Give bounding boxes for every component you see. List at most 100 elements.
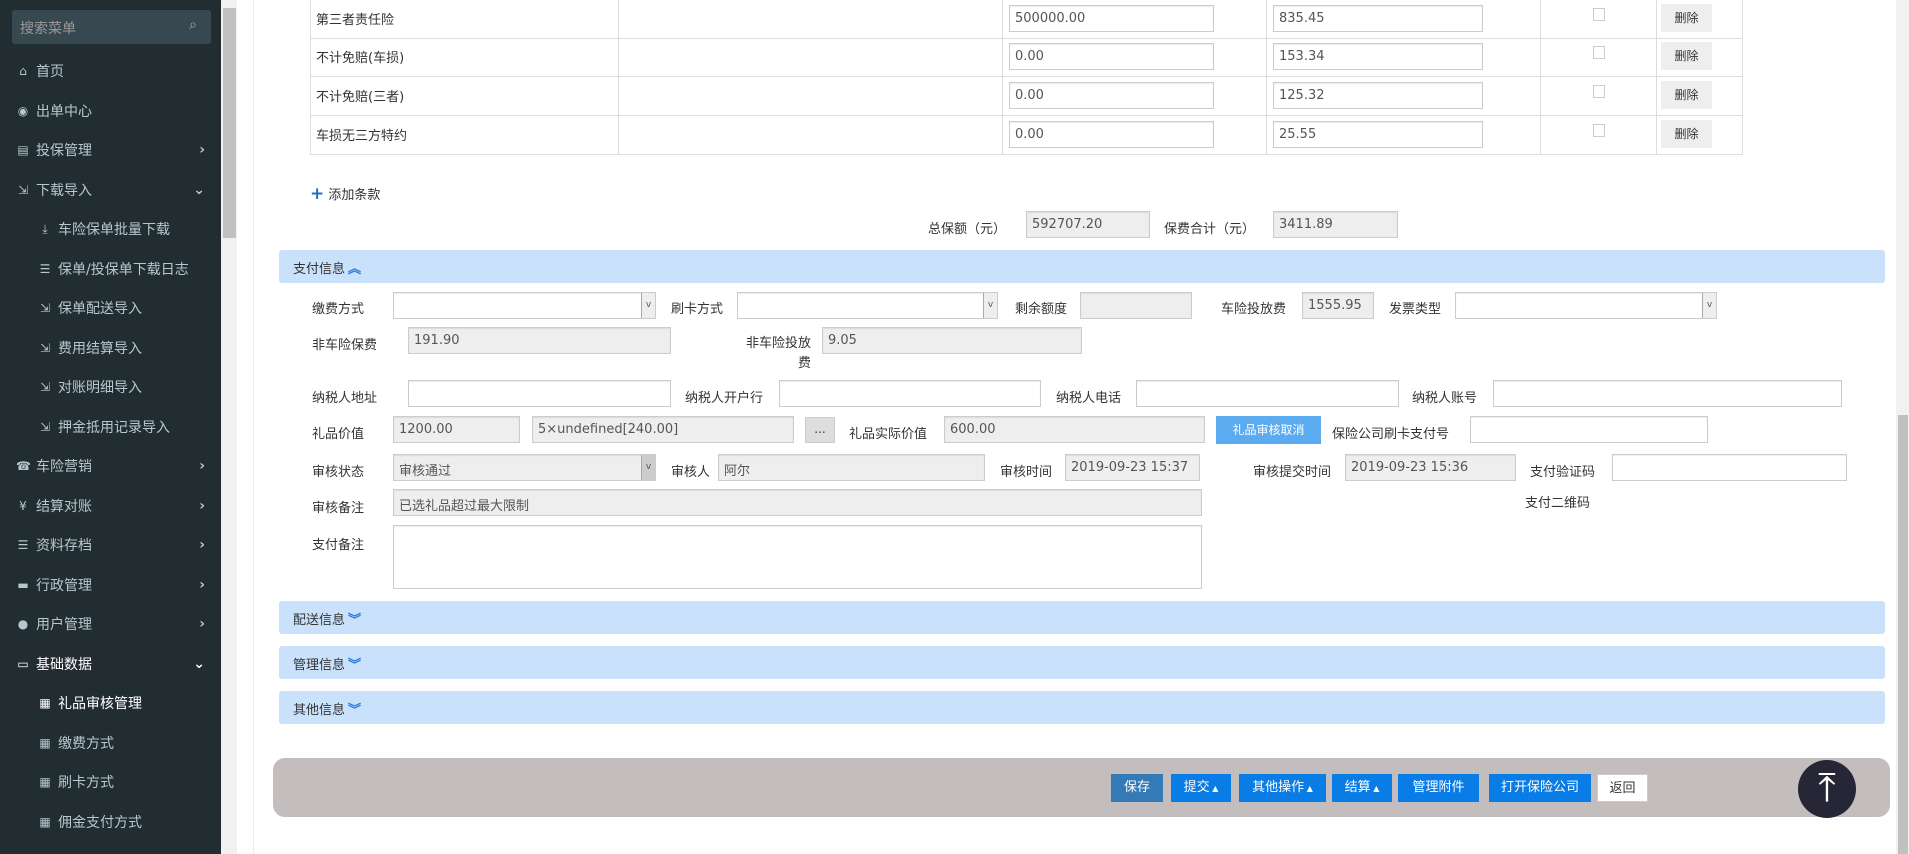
label: 纳税人账号 [1412, 391, 1478, 406]
row-checkbox[interactable] [1593, 124, 1605, 137]
sidebar-item[interactable]: ▭ 基础数据 ⌄ [0, 646, 221, 682]
sidebar-item-label: 资料存档 [36, 538, 92, 554]
delete-button[interactable]: 删除 [1661, 81, 1712, 109]
sidebar-scrollbar-thumb[interactable] [223, 8, 236, 238]
sidebar-item[interactable]: ⇲ 押金抵用记录导入 [0, 409, 221, 445]
sidebar-item-label: 刷卡方式 [58, 775, 114, 791]
row-checkbox[interactable] [1593, 85, 1605, 98]
sidebar-item[interactable]: ◉ 出单中心 [0, 93, 221, 129]
section-delivery[interactable]: 配送信息 ︾ [279, 601, 1885, 634]
sidebar-item-label: 保单/投保单下载日志 [58, 261, 189, 278]
sidebar-item[interactable]: ⇲ 下载导入 ⌄ [0, 172, 221, 208]
sidebar-item-label: 对账明细导入 [58, 380, 142, 396]
chevron-down-icon[interactable]: ︾ [348, 703, 361, 718]
amount-input[interactable]: 0.00 [1009, 82, 1214, 109]
label: 审核人 [671, 465, 711, 480]
sidebar-item[interactable]: ⌂ 首页 [0, 53, 221, 89]
chevron-down-icon: v [1702, 293, 1716, 318]
premium-input[interactable]: 25.55 [1273, 121, 1483, 148]
gift-select-button[interactable]: ... [805, 417, 835, 443]
sidebar: 搜索菜单 ⌕ ⌂ 首页 ◉ 出单中心 ▤ 投保管理 › ⇲ 下载导入 ⌄ ⤓ 车险保单批量下载 ☰ 保单/投… [0, 0, 221, 854]
label: 剩余额度 [1015, 302, 1068, 317]
chevron-down-icon: v [641, 293, 655, 318]
sidebar-item[interactable]: ☎ 车险营销 › [0, 448, 221, 484]
verify-code-input[interactable] [1612, 454, 1847, 481]
back-button[interactable]: 返回 [1597, 774, 1648, 802]
chevron-up-icon[interactable]: ︽ [348, 262, 361, 277]
search-input[interactable]: 搜索菜单 ⌕ [12, 10, 211, 44]
table-cell [618, 38, 1003, 77]
back-to-top-icon[interactable]: ⤒ [1798, 760, 1856, 818]
amount-input[interactable]: 0.00 [1009, 121, 1214, 148]
amount-input[interactable]: 500000.00 [1009, 5, 1214, 32]
sidebar-item[interactable]: ▦ 缴费方式 [0, 725, 221, 761]
pay-method-select[interactable]: v [393, 292, 656, 319]
gift-actual-field: 600.00 [944, 416, 1205, 443]
import-icon: ⇲ [39, 301, 51, 315]
add-clause-link[interactable]: + 添加条款 [310, 184, 380, 204]
sidebar-item[interactable]: ⇲ 费用结算导入 [0, 330, 221, 366]
sidebar-item[interactable]: ☰ 保单/投保单下载日志 [0, 251, 221, 287]
row-checkbox[interactable] [1593, 8, 1605, 21]
pay-note-textarea[interactable] [393, 525, 1202, 589]
section-manage[interactable]: 管理信息 ︾ [279, 646, 1885, 679]
sidebar-item-label: 基础数据 [36, 656, 92, 673]
delete-button[interactable]: 删除 [1661, 42, 1712, 70]
tax-account-input[interactable] [1493, 380, 1842, 407]
sidebar-item[interactable]: ⇲ 保单配送导入 [0, 290, 221, 326]
section-payment[interactable]: 支付信息 ︽ [279, 250, 1885, 283]
tax-address-input[interactable] [408, 380, 671, 407]
sidebar-item[interactable]: ⇲ 对账明细导入 [0, 369, 221, 405]
premium-input[interactable]: 125.32 [1273, 82, 1483, 109]
file-icon: ▤ [17, 143, 29, 157]
sidebar-item[interactable]: ☰ 资料存档 › [0, 527, 221, 563]
attachments-button[interactable]: 管理附件 [1398, 774, 1479, 802]
delete-button[interactable]: 删除 [1661, 120, 1712, 148]
tax-bank-input[interactable] [779, 380, 1041, 407]
sidebar-item[interactable]: ▬ 行政管理 › [0, 567, 221, 603]
page-scrollbar-thumb[interactable] [1898, 415, 1908, 854]
gift-audit-cancel-button[interactable]: 礼品审核取消 [1216, 416, 1321, 444]
clause-name: 车损无三方特约 [316, 129, 408, 144]
label: 缴费方式 [312, 302, 365, 317]
noncar-fee-field: 9.05 [822, 327, 1082, 354]
sidebar-item[interactable]: ● 用户管理 › [0, 606, 221, 642]
submit-button[interactable]: 提交 ▲ [1171, 774, 1231, 802]
chevron-down-icon: v [983, 293, 997, 318]
invoice-type-select[interactable]: v [1455, 292, 1717, 319]
import-icon: ⇲ [39, 419, 51, 434]
row-checkbox[interactable] [1593, 46, 1605, 59]
remaining-field [1080, 292, 1192, 319]
save-button[interactable]: 保存 [1111, 774, 1163, 802]
chevron-right-icon: › [199, 497, 205, 514]
download-icon: ⤓ [42, 221, 48, 236]
card-pay-number-input[interactable] [1470, 416, 1708, 443]
label: 非车险保费 [312, 338, 378, 353]
settle-button[interactable]: 结算 ▲ [1332, 774, 1392, 802]
sidebar-item[interactable]: ▦ 刷卡方式 [0, 764, 221, 800]
delete-button[interactable]: 删除 [1661, 4, 1712, 32]
chevron-down-icon[interactable]: ︾ [348, 613, 361, 628]
search-icon[interactable]: ⌕ [189, 17, 197, 33]
amount-input[interactable]: 0.00 [1009, 43, 1214, 70]
label: 纳税人电话 [1056, 391, 1122, 406]
sidebar-item[interactable]: ⤓ 车险保单批量下载 [0, 211, 221, 247]
open-company-button[interactable]: 打开保险公司 [1489, 774, 1591, 802]
sidebar-item[interactable]: ▦ 佣金支付方式 [0, 804, 221, 840]
sidebar-item[interactable]: ▤ 投保管理 › [0, 132, 221, 168]
total-fee-field: 3411.89 [1273, 211, 1398, 238]
other-ops-button[interactable]: 其他操作 ▲ [1239, 774, 1326, 802]
chevron-down-icon[interactable]: ︾ [348, 658, 361, 673]
label: 车险投放费 [1221, 302, 1287, 317]
tax-phone-input[interactable] [1136, 380, 1399, 407]
sidebar-item-label: 首页 [36, 64, 64, 80]
premium-input[interactable]: 153.34 [1273, 43, 1483, 70]
audit-note-field: 已选礼品超过最大限制 [393, 489, 1202, 516]
premium-input[interactable]: 835.45 [1273, 5, 1483, 32]
section-other[interactable]: 其他信息 ︾ [279, 691, 1885, 724]
label: 保险公司刷卡支付号 [1332, 427, 1450, 442]
sidebar-item[interactable]: ▦ 礼品审核管理 [0, 685, 221, 721]
card-method-select[interactable]: v [737, 292, 998, 319]
sidebar-item[interactable]: ¥ 结算对账 › [0, 488, 221, 524]
section-title: 配送信息 [293, 613, 346, 628]
